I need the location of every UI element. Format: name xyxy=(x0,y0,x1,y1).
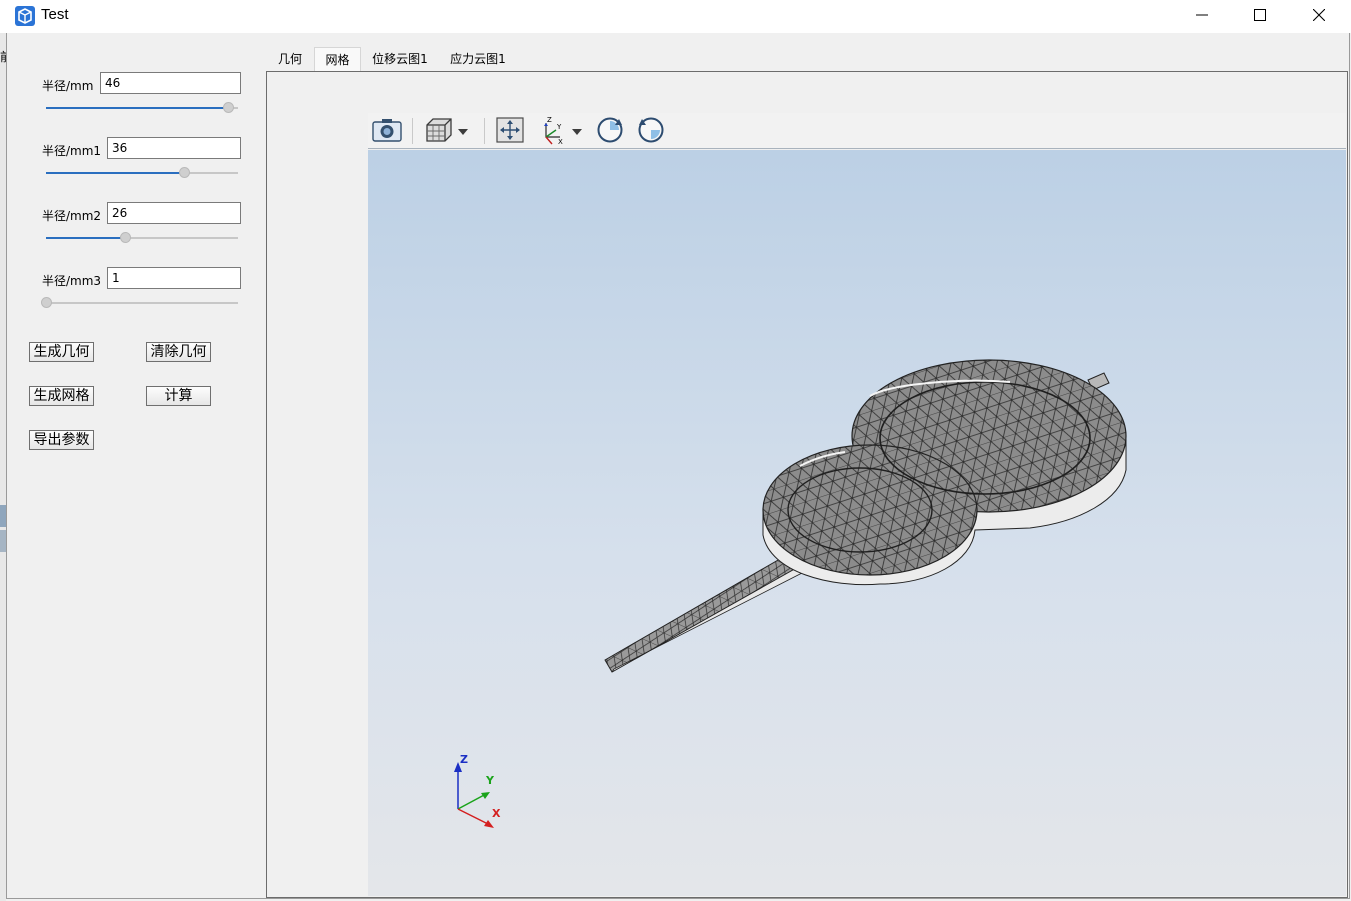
clear-geometry-button[interactable]: 清除几何 xyxy=(146,342,211,362)
param-label-radius3: 半径/mm3 xyxy=(42,274,102,288)
svg-text:Y: Y xyxy=(556,123,562,131)
mesh-model xyxy=(604,359,1127,673)
rotate-cw-icon xyxy=(595,115,625,148)
param-label-radius2: 半径/mm2 xyxy=(42,209,102,223)
generate-mesh-button[interactable]: 生成网格 xyxy=(29,386,94,406)
tab-displacement-contour[interactable]: 位移云图1 xyxy=(363,47,437,72)
title-bar: Test xyxy=(0,0,1351,33)
window-title: Test xyxy=(41,6,69,23)
slider-fill xyxy=(46,107,229,109)
screenshot-button[interactable] xyxy=(372,116,402,146)
mesh-viewer: Z Y X Z Y X xyxy=(368,113,1346,896)
compute-button[interactable]: 计算 xyxy=(146,386,211,406)
app-cube-icon xyxy=(15,6,35,26)
radius2-input[interactable] xyxy=(107,202,241,224)
toolbar-separator xyxy=(412,118,413,144)
close-icon xyxy=(1312,8,1326,24)
tab-geometry[interactable]: 几何 xyxy=(268,47,312,72)
svg-text:Z: Z xyxy=(547,116,552,124)
radius1-slider[interactable] xyxy=(46,167,238,178)
rotate-cw-button[interactable] xyxy=(595,116,625,146)
radius2-slider[interactable] xyxy=(46,232,238,243)
axis-label-z: Z xyxy=(460,753,468,766)
radius3-slider[interactable] xyxy=(41,297,238,308)
axes-orientation-icon: Z Y X xyxy=(538,115,568,148)
view-cube-icon xyxy=(424,116,454,147)
chevron-down-icon[interactable] xyxy=(458,124,468,138)
fit-all-button[interactable] xyxy=(495,116,525,146)
slider-thumb[interactable] xyxy=(41,297,52,308)
export-params-button[interactable]: 导出参数 xyxy=(29,430,94,450)
minimize-button[interactable] xyxy=(1173,0,1231,32)
toolbar-separator xyxy=(484,118,485,144)
close-button[interactable] xyxy=(1290,0,1348,32)
slider-fill xyxy=(46,237,125,239)
tab-stress-contour[interactable]: 应力云图1 xyxy=(441,47,515,72)
rotate-ccw-icon xyxy=(636,115,666,148)
svg-text:X: X xyxy=(558,138,563,145)
param-label-radius1: 半径/mm1 xyxy=(42,144,102,158)
param-label-radius: 半径/mm xyxy=(42,79,94,93)
axis-label-x: X xyxy=(492,807,501,820)
orientation-axes xyxy=(454,762,494,828)
camera-icon xyxy=(372,117,402,146)
radius-input[interactable] xyxy=(100,72,241,94)
generate-geometry-button[interactable]: 生成几何 xyxy=(29,342,94,362)
rotate-ccw-button[interactable] xyxy=(636,116,666,146)
chevron-down-icon[interactable] xyxy=(572,124,582,138)
minimize-icon xyxy=(1196,9,1208,24)
tab-mesh[interactable]: 网格 xyxy=(314,47,361,72)
radius-slider[interactable] xyxy=(46,102,238,113)
slider-fill xyxy=(46,172,185,174)
3d-viewport[interactable]: Z Y X xyxy=(368,150,1346,896)
viewer-toolbar: Z Y X xyxy=(368,113,1346,149)
radius3-input[interactable] xyxy=(107,267,241,289)
slider-thumb[interactable] xyxy=(119,232,131,243)
axis-label-y: Y xyxy=(486,774,494,787)
axes-orientation-button[interactable]: Z Y X xyxy=(538,116,582,146)
maximize-button[interactable] xyxy=(1231,0,1289,32)
view-mode-button[interactable] xyxy=(424,116,468,146)
maximize-icon xyxy=(1254,8,1266,24)
radius1-input[interactable] xyxy=(107,137,241,159)
fit-all-icon xyxy=(495,116,525,147)
